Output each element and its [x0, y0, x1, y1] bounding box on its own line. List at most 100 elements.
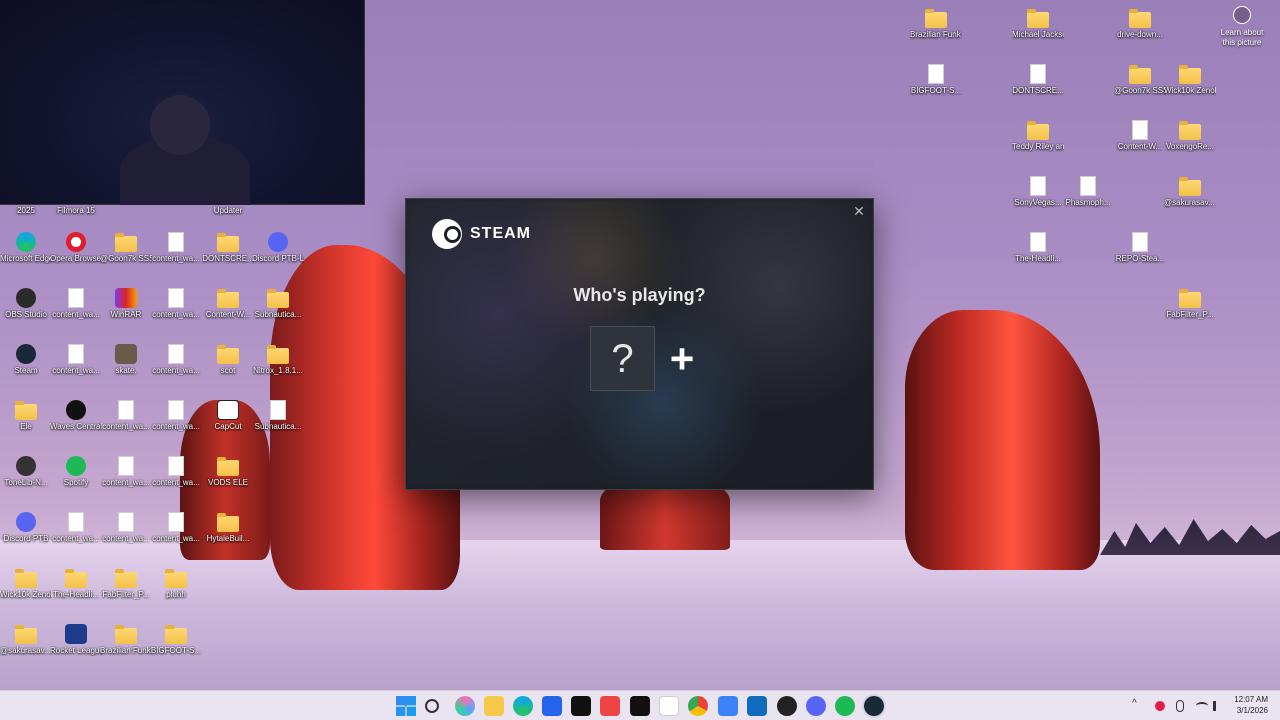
microphone-icon[interactable]	[1176, 700, 1184, 712]
desktop-icon-file[interactable]: content_wa...	[150, 344, 202, 376]
desktop-icon-winrar[interactable]: WinRAR	[100, 288, 152, 320]
folder-icon	[165, 625, 187, 644]
desktop-icon-skate[interactable]: skate.	[100, 344, 152, 376]
desktop-icon-folder[interactable]: @sakurasav... - GO GLO! ...	[1164, 176, 1216, 208]
desktop-icon-rocket-league[interactable]: Rocket League®	[50, 624, 102, 656]
close-icon[interactable]: ✕	[851, 203, 867, 219]
discord-taskbar-icon[interactable]	[806, 696, 826, 716]
desktop-icon-tonelib[interactable]: ToneLib-N...	[0, 456, 52, 488]
desktop-icon-obs[interactable]: OBS Studio	[0, 288, 52, 320]
desktop-icon-capcut[interactable]: CapCut	[202, 400, 254, 432]
desktop-icon-folder[interactable]: scot	[202, 344, 254, 376]
desktop-icon-file[interactable]: content_wa...	[50, 512, 102, 544]
desktop-icon-folder[interactable]: FabFilter_P...	[100, 568, 152, 600]
desktop-icon-folder[interactable]: Brazilian Funk Dru...	[100, 624, 152, 656]
desktop-icon-file[interactable]: Phasmoph...	[1062, 176, 1114, 208]
desktop-icon-folder[interactable]: @sakurasav... - GO GLO! ...	[0, 624, 52, 656]
desktop-icon-folder[interactable]: Ele	[0, 400, 52, 432]
desktop-icon-file[interactable]: content_wa...	[100, 400, 152, 432]
desktop-icon-folder[interactable]: Brazilian Funk Dru...	[910, 8, 962, 40]
desktop-icon-folder[interactable]: Michael Jackso...	[1012, 8, 1064, 40]
desktop-icon-steam[interactable]: Steam	[0, 344, 52, 376]
search-icon[interactable]	[425, 699, 439, 713]
desktop-icon-folder[interactable]: HytaleBuil...	[202, 512, 254, 544]
folder-icon	[15, 569, 37, 588]
desktop-icon-folder[interactable]: drive-down...	[1114, 8, 1166, 40]
desktop-icon-file[interactable]: SonyVegas...	[1012, 176, 1064, 208]
youtube-icon[interactable]	[600, 696, 620, 716]
winrar-icon	[115, 288, 137, 308]
desktop-icon-file[interactable]: content_wa...	[150, 400, 202, 432]
capcut-taskbar-icon[interactable]	[571, 696, 591, 716]
desktop-icon-folder[interactable]: pluhh	[150, 568, 202, 600]
capcut-icon	[217, 400, 239, 420]
store-icon[interactable]	[542, 696, 562, 716]
clock[interactable]: 12:07 AM 3/1/2026	[1234, 694, 1268, 716]
spotify-taskbar-icon[interactable]	[835, 696, 855, 716]
desktop-icon-discord[interactable]: Discord PTB-Laa-2	[252, 232, 304, 264]
desktop-icon-edge[interactable]: Microsoft Edge	[0, 232, 52, 264]
folder-icon	[1129, 9, 1151, 28]
copilot-icon[interactable]	[455, 696, 475, 716]
desktop-icon-file[interactable]: content_wa...	[100, 512, 152, 544]
learn-about-picture[interactable]: Learn about this picture	[1214, 6, 1270, 48]
desktop-icon-folder[interactable]: Nitrox_1.8.1...	[252, 344, 304, 376]
desktop-icon[interactable]: Filmora 15	[50, 206, 102, 216]
desktop-icon-file[interactable]: content_wa...	[150, 232, 202, 264]
desktop-icon-folder[interactable]: VoxengoRe...	[1164, 120, 1216, 152]
unknown-user-button[interactable]: ?	[590, 326, 655, 391]
steam-brand-text: STEAM	[470, 225, 531, 242]
chrome-icon[interactable]	[688, 696, 708, 716]
desktop-icon-file[interactable]: REPO-Stea...	[1114, 232, 1166, 264]
desktop-icon-folder[interactable]: FabFilter_P...	[1164, 288, 1216, 320]
desktop-icon-file[interactable]: DONTSCRE...	[1012, 64, 1064, 96]
red-stone-right	[905, 310, 1100, 570]
desktop-icon-file[interactable]: The-Headli...	[1012, 232, 1064, 264]
desktop-icon-file[interactable]: content_wa...	[50, 344, 102, 376]
wifi-icon[interactable]	[1196, 702, 1208, 710]
desktop-icon-file[interactable]: content_wa...	[150, 456, 202, 488]
desktop-icon-file[interactable]: content_wa...	[150, 512, 202, 544]
file-explorer-icon[interactable]	[484, 696, 504, 716]
desktop-icon-folder[interactable]: Content-W...	[202, 288, 254, 320]
outlook-icon[interactable]	[747, 696, 767, 716]
desktop-icon[interactable]: 2025	[0, 206, 52, 216]
file-icon	[168, 400, 184, 420]
desktop-icon[interactable]: Updater	[202, 206, 254, 216]
desktop-icon-file[interactable]: Subnautica...	[252, 400, 304, 432]
desktop-icon-folder[interactable]: The-Headli...	[50, 568, 102, 600]
desktop-icon-folder[interactable]: Wick10k Zenology ...	[1164, 64, 1216, 96]
desktop-icon-folder[interactable]: Wick10k Zenology ...	[0, 568, 52, 600]
desktop-icon-file[interactable]: Content-W...	[1114, 120, 1166, 152]
add-account-button[interactable]: +	[664, 338, 700, 380]
desktop-icon-waves[interactable]: Waves Central	[50, 400, 102, 432]
desktop-icon-folder[interactable]: Subnautica...	[252, 288, 304, 320]
desktop-icon-file[interactable]: BIGFOOT-S...	[910, 64, 962, 96]
tray-app-icon[interactable]	[1155, 701, 1165, 711]
file-icon	[928, 64, 944, 84]
start-button[interactable]	[396, 696, 416, 716]
desktop-icon-file[interactable]: content_wa...	[50, 288, 102, 320]
amazon-icon[interactable]	[659, 696, 679, 716]
desktop-icon-discord-ptb[interactable]: Discord PTB	[0, 512, 52, 544]
desktop-icon-file[interactable]: content_wa...	[100, 456, 152, 488]
roblox-icon[interactable]	[718, 696, 738, 716]
volume-icon[interactable]	[1213, 701, 1223, 711]
desktop-icon-opera[interactable]: Opera Browser	[50, 232, 102, 264]
tray-overflow-chevron[interactable]: ^	[1132, 698, 1137, 709]
webcam-person-head	[150, 95, 210, 155]
edge-icon	[16, 232, 36, 252]
desktop-icon-folder[interactable]: Teddy Riley and Micha...	[1012, 120, 1064, 152]
desktop-icon-file[interactable]: content_wa...	[150, 288, 202, 320]
desktop-icon-spotify[interactable]: Spotify	[50, 456, 102, 488]
obs-taskbar-icon[interactable]	[777, 696, 797, 716]
desktop-icon-folder[interactable]: @Goon7k SSSTEP#...	[1114, 64, 1166, 96]
rocket-league-icon	[65, 624, 87, 644]
desktop-icon-folder[interactable]: DONTSCRE...	[202, 232, 254, 264]
desktop-icon-folder[interactable]: @Goon7k SSSTEP#...	[100, 232, 152, 264]
desktop-icon-folder[interactable]: BIGFOOT-S...	[150, 624, 202, 656]
netflix-icon[interactable]	[630, 696, 650, 716]
steam-taskbar-icon[interactable]	[864, 696, 884, 716]
desktop-icon-folder[interactable]: VODS ELE	[202, 456, 254, 488]
edge-icon[interactable]	[513, 696, 533, 716]
